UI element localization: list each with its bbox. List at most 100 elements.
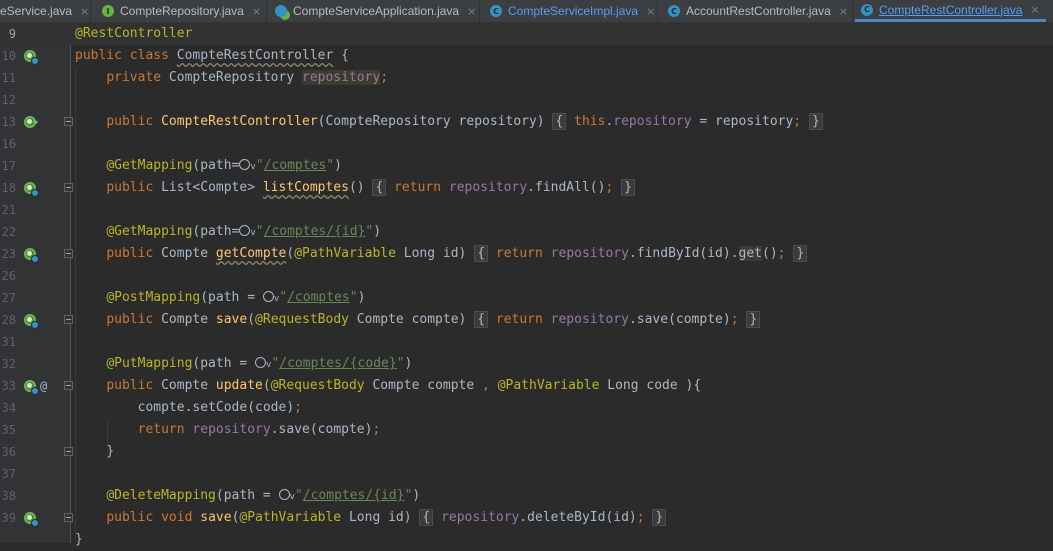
code-line[interactable]: 23 public Compte getCompte(@PathVariable… (0, 243, 1053, 265)
tab-label: CompteRestController.java (879, 2, 1023, 17)
tab-divider (479, 0, 480, 22)
line-number: 13 (1, 115, 16, 129)
line-number: 10 (1, 49, 16, 63)
code-line[interactable]: } (0, 529, 1053, 551)
tab-divider (266, 0, 267, 22)
tab-divider (90, 0, 91, 22)
close-icon[interactable]: × (839, 5, 848, 18)
editor-tab-bar: eService.java × I CompteRepository.java … (0, 0, 1053, 23)
line-number: 32 (1, 357, 16, 371)
fold-icon[interactable] (64, 513, 73, 522)
fold-icon[interactable] (64, 381, 73, 390)
web-icon (31, 519, 39, 527)
line-number: 33 (1, 379, 16, 393)
line-number: 11 (1, 71, 16, 85)
code-text: @GetMapping(path= v"/comptes/{id}") (106, 224, 382, 239)
tab-accountrestcontroller[interactable]: C AccountRestController.java × (668, 0, 848, 22)
tab-divider (852, 0, 853, 22)
code-line[interactable]: 26 (0, 265, 1053, 287)
tab-label: CompteRepository.java (120, 4, 244, 18)
code-line[interactable]: 10 public class CompteRestController { (0, 45, 1053, 67)
code-line[interactable]: 39 public void save(@PathVariable Long i… (0, 507, 1053, 529)
app-class-icon (275, 5, 287, 17)
line-number: 22 (1, 225, 16, 239)
tab-compterestcontroller[interactable]: C CompteRestController.java × (855, 0, 1046, 22)
fold-icon[interactable] (64, 249, 73, 258)
code-line[interactable]: 32 @PutMapping(path = v"/comptes/{code}"… (0, 353, 1053, 375)
class-icon: C (490, 5, 502, 17)
tab-label: eService.java (0, 4, 73, 18)
code-line[interactable]: 38 @DeleteMapping(path = v"/comptes/{id}… (0, 485, 1053, 507)
line-number: 36 (1, 445, 16, 459)
code-text: @PostMapping(path = v"/comptes") (106, 290, 366, 305)
line-number: 31 (1, 335, 16, 349)
tab-compteserviceimpl[interactable]: C CompteServiceImpl.java × (490, 0, 655, 22)
line-number: 26 (1, 269, 16, 283)
tab-label: CompteServiceApplication.java (293, 4, 460, 18)
code-line[interactable]: 36 } (0, 441, 1053, 463)
code-line[interactable]: 22 @GetMapping(path= v"/comptes/{id}") (0, 221, 1053, 243)
code-text: } (75, 532, 83, 547)
code-text: } (106, 444, 115, 459)
web-icon (31, 57, 39, 65)
tab-compteserviceapplication[interactable]: CompteServiceApplication.java × (275, 0, 476, 22)
globe-icon[interactable] (278, 489, 290, 500)
code-line[interactable]: 16 (0, 133, 1053, 155)
fold-icon[interactable] (64, 447, 73, 456)
fold-icon[interactable] (64, 183, 73, 192)
code-text: public class CompteRestController { (75, 48, 349, 63)
code-text: public List<Compte> listComptes() { retu… (75, 177, 635, 199)
web-icon (31, 255, 39, 263)
code-text: public Compte getCompte(@PathVariable Lo… (75, 243, 808, 265)
globe-icon[interactable] (239, 159, 251, 170)
arrow-right-icon: ➔ (33, 118, 39, 128)
code-text: @PutMapping(path = v"/comptes/{code}") (106, 356, 413, 371)
code-text: @DeleteMapping(path = v"/comptes/{id}") (106, 488, 421, 503)
tab-label: AccountRestController.java (686, 4, 831, 18)
code-line[interactable]: 21 (0, 199, 1053, 221)
code-line[interactable]: 28 public Compte save(@RequestBody Compt… (0, 309, 1053, 331)
code-line[interactable]: 27 @PostMapping(path = v"/comptes") (0, 287, 1053, 309)
tab-label: CompteServiceImpl.java (508, 4, 639, 18)
tab-compterepository[interactable]: I CompteRepository.java × (102, 0, 261, 22)
globe-icon[interactable] (262, 291, 274, 302)
line-number: 23 (1, 247, 16, 261)
close-icon[interactable]: × (467, 5, 476, 18)
web-icon (31, 321, 39, 329)
fold-icon[interactable] (64, 117, 73, 126)
globe-icon[interactable] (255, 357, 267, 368)
code-line[interactable]: 37 (0, 463, 1053, 485)
fold-icon[interactable] (64, 315, 73, 324)
code-line[interactable]: 35 return repository.save(compte); (0, 419, 1053, 441)
code-editor[interactable]: ▲ 2 ✔ 8 ⌃ 9 @RestController 10 public cl… (0, 23, 1053, 547)
override-at-icon[interactable]: @ (40, 375, 47, 397)
class-icon: C (861, 3, 873, 16)
line-number: 34 (1, 401, 16, 415)
globe-icon[interactable] (239, 225, 251, 236)
line-number: 37 (1, 467, 16, 481)
code-line[interactable]: 31 (0, 331, 1053, 353)
code-line[interactable]: 34 compte.setCode(code); (0, 397, 1053, 419)
code-line[interactable]: 9 @RestController (0, 23, 1053, 45)
line-number: 9 (8, 27, 16, 41)
code-line[interactable]: 12 (0, 89, 1053, 111)
web-icon (31, 387, 39, 395)
class-icon: C (668, 5, 680, 17)
code-text: private CompteRepository repository; (106, 70, 389, 85)
code-text: return repository.save(compte); (137, 422, 381, 437)
code-line[interactable]: 17 @GetMapping(path= v"/comptes") (0, 155, 1053, 177)
close-icon[interactable]: × (1030, 3, 1039, 16)
close-icon[interactable]: × (80, 5, 89, 18)
code-line[interactable]: 13 ➔ public CompteRestController(CompteR… (0, 111, 1053, 133)
code-text: @RestController (75, 26, 193, 41)
line-number: 21 (1, 203, 16, 217)
code-text: public CompteRestController(CompteReposi… (75, 111, 823, 133)
tab-eservice[interactable]: eService.java × (0, 0, 89, 22)
code-line[interactable]: 11 private CompteRepository repository; (0, 67, 1053, 89)
code-text: public Compte save(@RequestBody Compte c… (75, 309, 761, 331)
tab-divider (657, 0, 658, 22)
code-line[interactable]: 33 @ public Compte update(@RequestBody C… (0, 375, 1053, 397)
close-icon[interactable]: × (646, 5, 655, 18)
code-line[interactable]: 18 public List<Compte> listComptes() { r… (0, 177, 1053, 199)
close-icon[interactable]: × (252, 5, 261, 18)
